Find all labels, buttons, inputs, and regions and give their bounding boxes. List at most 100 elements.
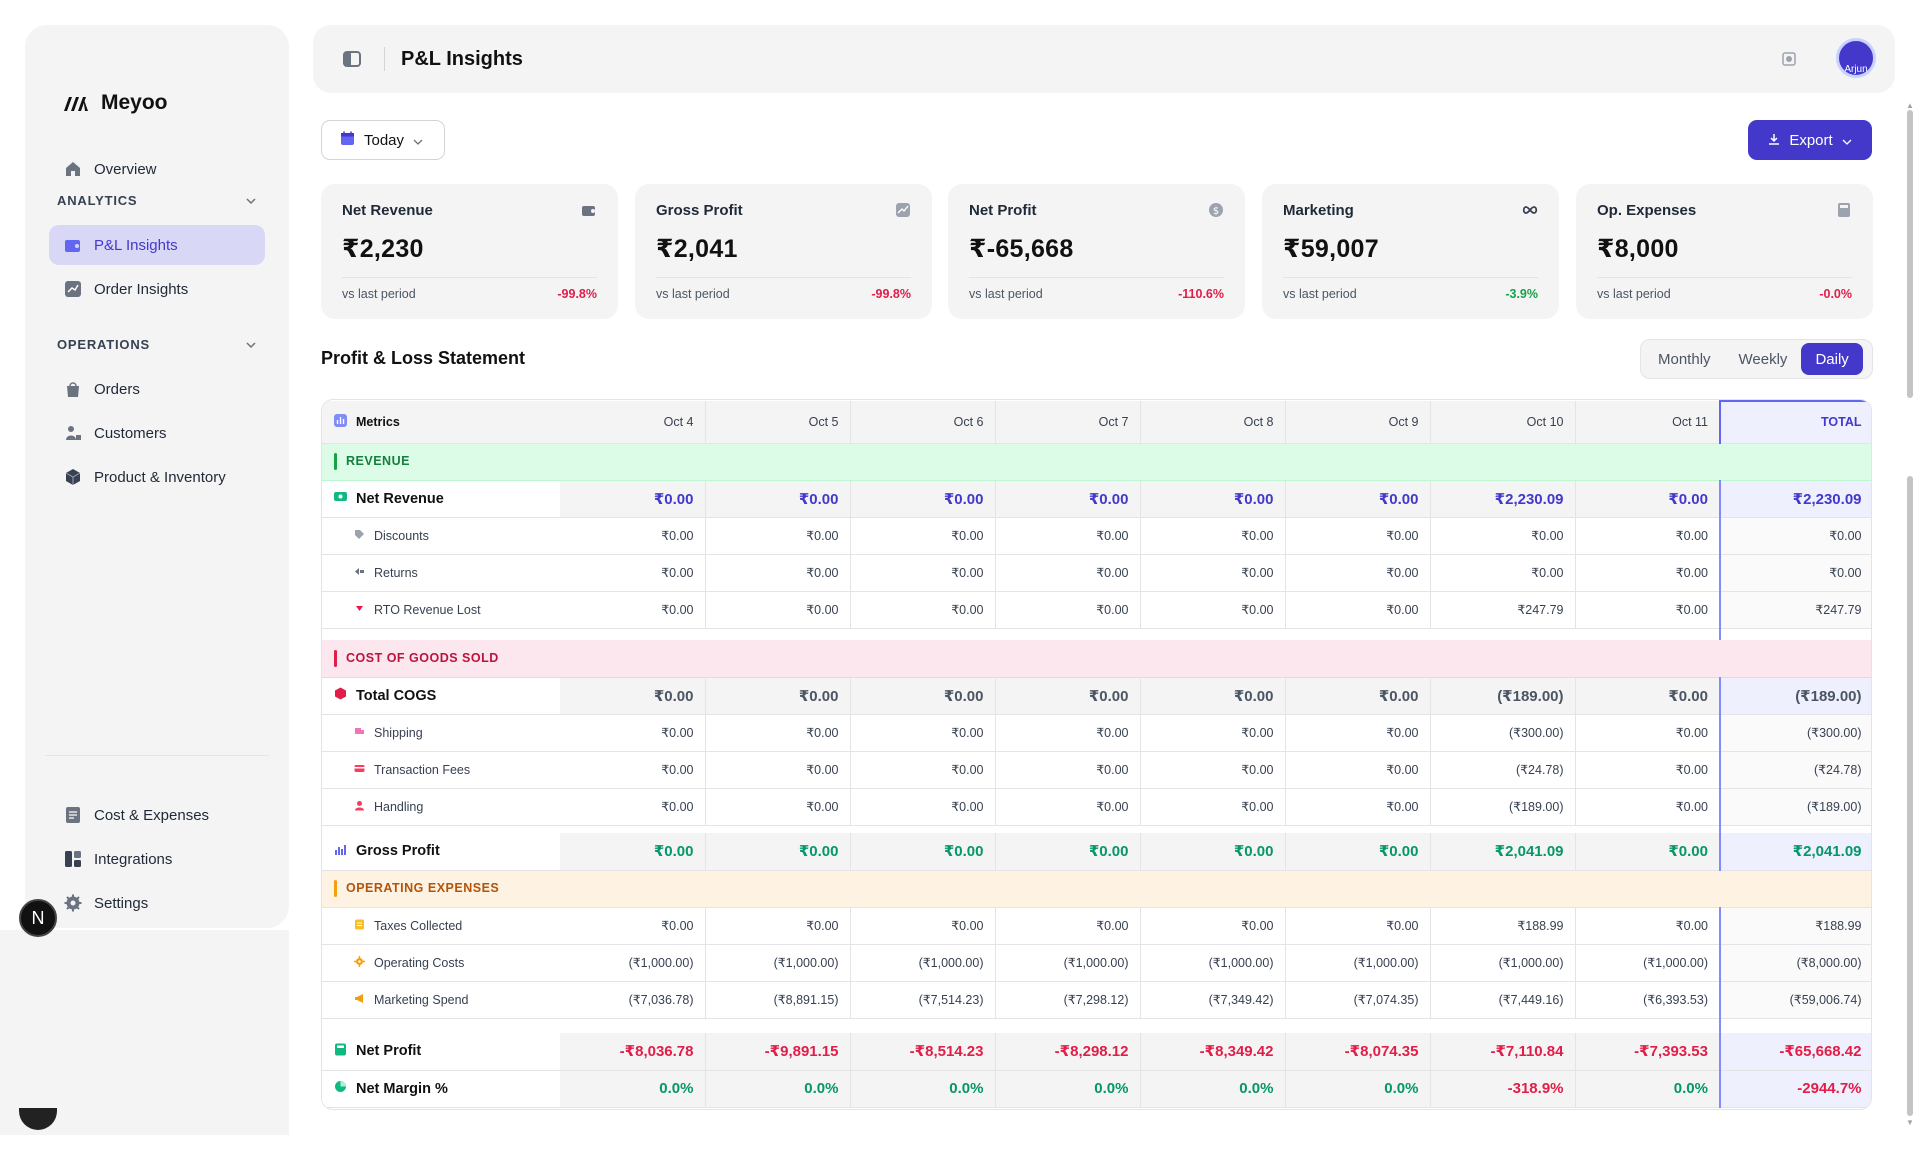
section-title: REVENUE [346,453,410,468]
tab-daily[interactable]: Daily [1801,343,1863,375]
table-cell: ₹0.00 [1575,591,1721,629]
table-cell: (₹7,349.42) [1140,981,1286,1019]
table-cell-total: (₹8,000.00) [1719,944,1871,982]
table-row-marketing-spend: Marketing Spend (₹7,036.78) (₹8,891.15) … [322,981,1871,1019]
calendar-icon [340,131,355,150]
kpi-value: ₹-65,668 [969,235,1074,263]
table-cell: (₹1,000.00) [560,944,706,982]
date-range-button[interactable]: Today [321,120,445,160]
kpi-label: Net Profit [969,202,1037,219]
table-cell: ₹0.00 [560,751,706,789]
table-cell: ₹0.00 [995,591,1141,629]
table-cell: -318.9% [1430,1070,1576,1108]
table-cell-total: ₹0.00 [1719,554,1871,592]
sidebar: Meyoo Overview ANALYTICS P&L Insights Or… [25,25,289,928]
table-cell: ₹0.00 [705,677,851,715]
sidebar-item-label: Product & Inventory [94,468,226,486]
export-button[interactable]: Export [1748,120,1872,160]
section-title: OPERATING EXPENSES [346,880,500,895]
svg-text:$: $ [1213,206,1219,217]
table-cell: (₹1,000.00) [705,944,851,982]
period-tabs: Monthly Weekly Daily [1640,339,1873,379]
scrollbar-thumb-secondary[interactable] [1907,476,1913,1116]
sidebar-item-cost-expenses[interactable]: Cost & Expenses [49,795,265,835]
avatar-label: Arjun [1844,64,1868,75]
row-label-cell: Total COGS [322,677,560,715]
sidebar-toggle-icon[interactable] [343,51,361,67]
table-cell: ₹0.00 [1285,677,1431,715]
sidebar-item-integrations[interactable]: Integrations [49,839,265,879]
table-cell: ₹0.00 [560,677,706,715]
table-cell: 0.0% [1285,1070,1431,1108]
column-header-date: Oct 4 [560,401,706,444]
document-icon [354,919,365,933]
table-row-transaction-fees: Transaction Fees ₹0.00 ₹0.00 ₹0.00 ₹0.00… [322,751,1871,789]
table-cell: ₹0.00 [1285,833,1431,871]
row-label-cell: RTO Revenue Lost [322,591,560,629]
table-cell: ₹0.00 [1575,833,1721,871]
down-triangle-icon [354,603,365,617]
operations-section-header[interactable]: OPERATIONS [57,337,257,352]
kpi-label: Net Revenue [342,202,433,219]
theme-toggle-icon[interactable] [1781,51,1797,67]
metrics-column-header: Metrics [322,401,560,444]
row-label-cell: Operating Costs [322,944,560,982]
chevron-down-icon [245,193,257,208]
page-title: P&L Insights [401,48,523,70]
kpi-value: ₹2,230 [342,235,424,263]
table-cell: (₹7,036.78) [560,981,706,1019]
table-cell: ₹0.00 [850,788,996,826]
table-cell: ₹0.00 [1140,907,1286,945]
table-cell: ₹0.00 [995,788,1141,826]
pl-statement-table: Metrics Oct 4 Oct 5 Oct 6 Oct 7 Oct 8 Oc… [321,399,1872,1110]
table-header-row: Metrics Oct 4 Oct 5 Oct 6 Oct 7 Oct 8 Oc… [322,400,1871,444]
row-label-cell: Marketing Spend [322,981,560,1019]
table-cell-total: (₹24.78) [1719,751,1871,789]
kpi-divider [1283,277,1538,278]
table-cell: ₹0.00 [1285,591,1431,629]
brand[interactable]: Meyoo [63,91,168,115]
scroll-down-icon[interactable]: ▼ [1906,1118,1914,1127]
analytics-section-header[interactable]: ANALYTICS [57,193,257,208]
table-cell: ₹0.00 [995,907,1141,945]
meyoo-logo-icon [64,97,88,111]
sidebar-item-order-insights[interactable]: Order Insights [49,269,265,309]
table-cell: -₹8,298.12 [995,1033,1141,1071]
section-label: COST OF GOODS SOLD [322,640,1871,678]
trend-chart-icon [895,202,911,218]
table-cell: ₹0.00 [1140,480,1286,518]
table-cell-total: (₹189.00) [1719,788,1871,826]
sidebar-footer-area [0,930,289,1135]
sidebar-item-pl-insights[interactable]: P&L Insights [49,225,265,265]
table-cell: -₹7,393.53 [1575,1033,1721,1071]
table-cell: -₹8,514.23 [850,1033,996,1071]
user-avatar[interactable]: Arjun [1836,38,1876,78]
sidebar-item-product-inventory[interactable]: Product & Inventory [49,457,265,497]
table-cell: (₹189.00) [1430,788,1576,826]
row-label-cell: Shipping [322,714,560,752]
table-cell: ₹0.00 [1140,677,1286,715]
kpi-divider [342,277,597,278]
sidebar-item-settings[interactable]: Settings [49,883,265,923]
dev-tools-badge[interactable]: N [19,899,57,937]
dollar-coin-icon: $ [1208,202,1224,218]
tab-weekly[interactable]: Weekly [1725,343,1802,375]
table-cell-total: ₹0.00 [1719,517,1871,555]
hand-user-icon [354,800,365,814]
scroll-up-icon[interactable]: ▲ [1906,101,1914,110]
sidebar-item-customers[interactable]: Customers [49,413,265,453]
chevron-down-icon [413,132,423,149]
top-header: P&L Insights Arjun [313,25,1895,93]
truck-icon [354,726,365,740]
megaphone-icon [354,993,365,1007]
table-cell: ₹0.00 [560,591,706,629]
sidebar-item-overview[interactable]: Overview [49,149,265,189]
table-cell: ₹0.00 [1140,833,1286,871]
row-label: Net Margin % [356,1080,448,1097]
table-cell: 0.0% [705,1070,851,1108]
pie-chart-icon [334,1080,347,1097]
tab-monthly[interactable]: Monthly [1644,343,1725,375]
scrollbar-thumb[interactable] [1907,110,1913,398]
sidebar-item-orders[interactable]: Orders [49,369,265,409]
table-cell: ₹0.00 [705,554,851,592]
